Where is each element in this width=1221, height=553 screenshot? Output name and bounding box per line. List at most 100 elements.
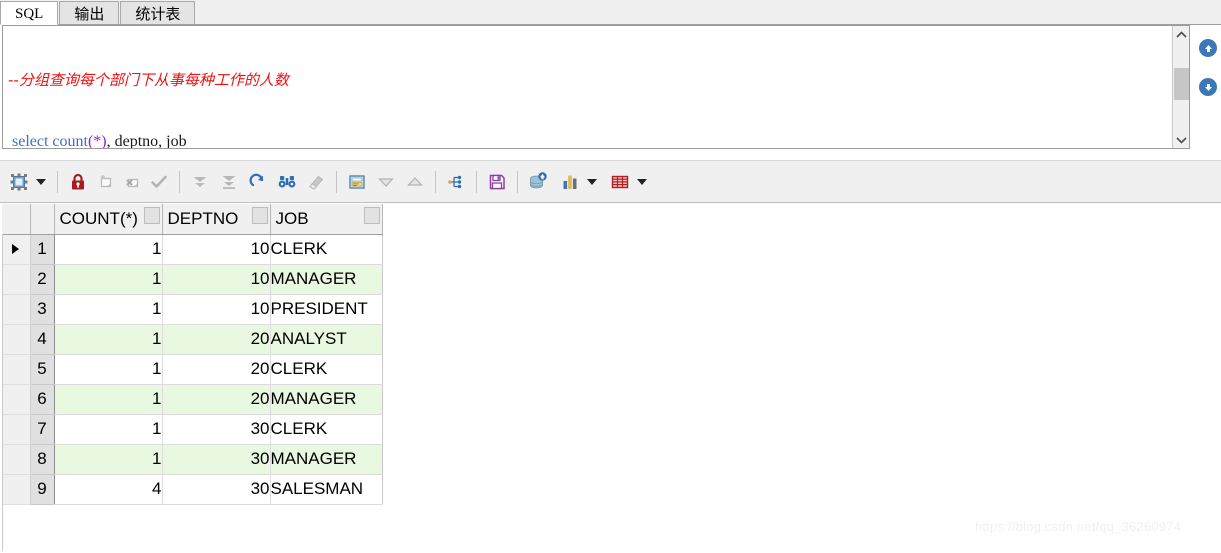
- watermark: https://blog.csdn.net/qq_36260974: [975, 519, 1182, 534]
- cell-count[interactable]: 1: [54, 324, 163, 355]
- record-form-icon[interactable]: [344, 169, 370, 195]
- cell-count[interactable]: 1: [54, 234, 163, 265]
- tab-output[interactable]: 输出: [59, 1, 120, 25]
- checkmark-icon: [146, 169, 172, 195]
- cell-job[interactable]: MANAGER: [270, 264, 383, 295]
- refresh-icon[interactable]: [245, 169, 271, 195]
- header-indicator: [2, 204, 31, 235]
- tab-statistics[interactable]: 统计表: [120, 1, 196, 25]
- cell-count[interactable]: 4: [54, 474, 163, 505]
- hierarchy-icon[interactable]: [443, 169, 469, 195]
- kw-select-word: select: [12, 132, 49, 149]
- double-chevron-down-icon: [187, 169, 213, 195]
- scrollbar-down-arrow-icon[interactable]: [1173, 131, 1189, 148]
- delete-record-icon: [120, 169, 146, 195]
- editor-vertical-scrollbar[interactable]: [1172, 26, 1189, 148]
- table-export-icon[interactable]: [607, 169, 633, 195]
- chevron-down-icon[interactable]: [583, 169, 601, 195]
- header-deptno[interactable]: DEPTNO: [162, 204, 271, 235]
- database-upload-icon[interactable]: [525, 169, 551, 195]
- row-number[interactable]: 1: [30, 234, 55, 265]
- plsql-developer-window: SQL 输出 统计表 --分组查询每个部门下从事每种工作的人数 select c…: [0, 0, 1221, 553]
- cell-deptno[interactable]: 10: [162, 294, 271, 325]
- arrow-down-circle-icon[interactable]: [1199, 78, 1217, 96]
- table-body: 1 1 10 CLERK 2 1 10 MANAGER 3 1 10 PRESI…: [2, 234, 383, 505]
- cell-deptno[interactable]: 10: [162, 264, 271, 295]
- toolbar-separator-5: [476, 170, 477, 193]
- cell-deptno[interactable]: 20: [162, 384, 271, 415]
- row-indicator: [2, 324, 31, 355]
- row-number[interactable]: 5: [30, 354, 55, 385]
- header-count[interactable]: COUNT(*): [54, 204, 163, 235]
- cell-job[interactable]: MANAGER: [270, 444, 383, 475]
- code-line-1: select count(*), deptno, job: [8, 132, 289, 149]
- cell-job[interactable]: CLERK: [270, 354, 383, 385]
- cell-count[interactable]: 1: [54, 414, 163, 445]
- table-header-row: COUNT(*) DEPTNO JOB: [2, 204, 383, 235]
- cell-deptno[interactable]: 30: [162, 474, 271, 505]
- row-number[interactable]: 9: [30, 474, 55, 505]
- chevron-down-icon[interactable]: [633, 169, 651, 195]
- cell-job[interactable]: PRESIDENT: [270, 294, 383, 325]
- toolbar-separator-4: [435, 170, 436, 193]
- table-row[interactable]: 1 1 10 CLERK: [2, 234, 383, 265]
- chevron-down-icon[interactable]: [32, 169, 50, 195]
- row-number[interactable]: 2: [30, 264, 55, 295]
- cell-job[interactable]: SALESMAN: [270, 474, 383, 505]
- table-row[interactable]: 5 1 20 CLERK: [2, 354, 383, 385]
- result-grid[interactable]: COUNT(*) DEPTNO JOB 1 1 10 CLERK 2 1 10 …: [2, 204, 1219, 551]
- cell-deptno[interactable]: 20: [162, 324, 271, 355]
- toolbar-separator: [57, 170, 58, 193]
- triangle-down-icon: [373, 169, 399, 195]
- row-number[interactable]: 8: [30, 444, 55, 475]
- code-line-comment: --分组查询每个部门下从事每种工作的人数: [8, 70, 289, 91]
- row-number[interactable]: 3: [30, 294, 55, 325]
- cell-count[interactable]: 1: [54, 354, 163, 385]
- scrollbar-up-arrow-icon[interactable]: [1173, 26, 1189, 43]
- cell-count[interactable]: 1: [54, 384, 163, 415]
- toolbar-separator-6: [517, 170, 518, 193]
- bar-chart-icon[interactable]: [557, 169, 583, 195]
- toolbar-separator-2: [179, 170, 180, 193]
- grid-toolbar: [0, 160, 1221, 203]
- cell-deptno[interactable]: 20: [162, 354, 271, 385]
- kw-count-word: count: [48, 132, 88, 149]
- table-row[interactable]: 3 1 10 PRESIDENT: [2, 294, 383, 325]
- cell-job[interactable]: MANAGER: [270, 384, 383, 415]
- tab-sql[interactable]: SQL: [0, 1, 59, 25]
- ident-list-1: , deptno, job: [106, 132, 187, 149]
- row-indicator: [2, 264, 31, 295]
- cell-count[interactable]: 1: [54, 264, 163, 295]
- cell-job[interactable]: ANALYST: [270, 324, 383, 355]
- cell-job[interactable]: CLERK: [270, 414, 383, 445]
- table-row[interactable]: 6 1 20 MANAGER: [2, 384, 383, 415]
- cell-job[interactable]: CLERK: [270, 234, 383, 265]
- row-indicator: [2, 384, 31, 415]
- result-table[interactable]: COUNT(*) DEPTNO JOB 1 1 10 CLERK 2 1 10 …: [2, 204, 383, 505]
- table-row[interactable]: 8 1 30 MANAGER: [2, 444, 383, 475]
- arrow-up-circle-icon[interactable]: [1199, 39, 1217, 57]
- table-row[interactable]: 9 4 30 SALESMAN: [2, 474, 383, 505]
- lock-icon[interactable]: [65, 169, 91, 195]
- row-number[interactable]: 6: [30, 384, 55, 415]
- row-number[interactable]: 7: [30, 414, 55, 445]
- new-record-icon: [94, 169, 120, 195]
- cell-count[interactable]: 1: [54, 294, 163, 325]
- row-indicator: [2, 354, 31, 385]
- binoculars-icon[interactable]: [274, 169, 300, 195]
- header-job[interactable]: JOB: [270, 204, 383, 235]
- cell-deptno[interactable]: 10: [162, 234, 271, 265]
- table-row[interactable]: 2 1 10 MANAGER: [2, 264, 383, 295]
- row-indicator: [2, 234, 31, 265]
- sql-code[interactable]: --分组查询每个部门下从事每种工作的人数 select count(*), de…: [8, 29, 289, 149]
- floppy-disk-icon[interactable]: [484, 169, 510, 195]
- grid-select-icon[interactable]: [6, 169, 32, 195]
- sql-editor[interactable]: --分组查询每个部门下从事每种工作的人数 select count(*), de…: [2, 25, 1190, 149]
- cell-deptno[interactable]: 30: [162, 444, 271, 475]
- table-row[interactable]: 4 1 20 ANALYST: [2, 324, 383, 355]
- cell-count[interactable]: 1: [54, 444, 163, 475]
- row-number[interactable]: 4: [30, 324, 55, 355]
- table-row[interactable]: 7 1 30 CLERK: [2, 414, 383, 445]
- scrollbar-thumb[interactable]: [1174, 68, 1189, 100]
- cell-deptno[interactable]: 30: [162, 414, 271, 445]
